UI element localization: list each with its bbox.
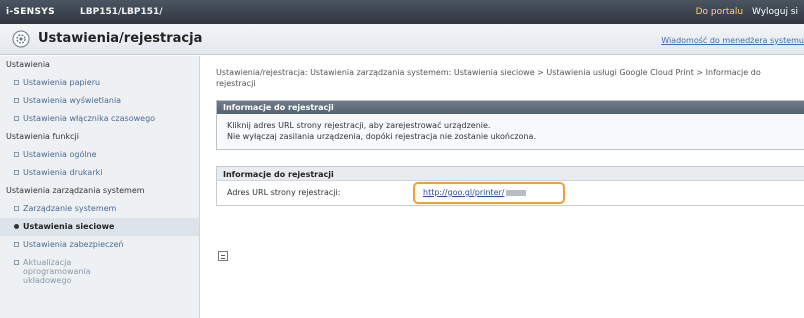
model-name: LBP151/LBP151/ [80,7,163,17]
breadcrumb: Ustawienia/rejestracja: Ustawienia zarzą… [216,68,761,88]
title-bar: Ustawienia/rejestracja Wiadomość do mene… [0,24,804,55]
bullet-icon [14,260,19,265]
bullet-icon [14,98,19,103]
bullet-icon [14,170,19,175]
info-panel: Informacje do rejestracji Kliknij adres … [216,100,804,150]
portal-link[interactable]: Do portalu [696,7,743,17]
url-label: Adres URL strony rejestracji: [227,188,341,197]
top-bar: i-SENSYS LBP151/LBP151/ Do portalu Wylog… [0,0,804,24]
sidebar-item-system-management[interactable]: Zarządzanie systemem [0,200,199,218]
registration-panel-header: Informacje do rejestracji [217,167,804,181]
sidebar-item-general[interactable]: Ustawienia ogólne [0,146,199,164]
main-content: Ustawienia/rejestracja: Ustawienia zarzą… [208,56,804,318]
print-page-icon[interactable] [218,251,228,261]
bullet-icon [14,152,19,157]
sidebar-group-settings[interactable]: Ustawienia [0,56,199,74]
bullet-icon [14,80,19,85]
registration-url-link[interactable]: http://goo.gl/printer/ [423,188,527,197]
sidebar-item-display[interactable]: Ustawienia wyświetlania [0,92,199,110]
info-panel-body: Kliknij adres URL strony rejestracji, ab… [217,114,804,142]
message-to-admin-link[interactable]: Wiadomość do menedżera systemu [661,36,804,45]
sidebar-item-firmware[interactable]: Aktualizacja oprogramowania układowego [0,254,199,285]
bullet-icon [14,116,19,121]
sidebar: Ustawienia Ustawienia papieru Ustawienia… [0,56,200,318]
registration-panel: Informacje do rejestracji Adres URL stro… [216,166,804,206]
brand-logo: i-SENSYS [6,7,55,17]
bullet-icon [14,206,19,211]
info-panel-header: Informacje do rejestracji [217,101,804,114]
sidebar-item-paper[interactable]: Ustawienia papieru [0,74,199,92]
sidebar-group-system-management[interactable]: Ustawienia zarządzania systemem [0,182,199,200]
sidebar-item-timer[interactable]: Ustawienia włącznika czasowego [0,110,199,128]
info-line-2: Nie wyłączaj zasilania urządzenia, dopók… [227,132,536,141]
sidebar-item-network[interactable]: Ustawienia sieciowe [0,218,199,236]
top-links: Do portalu Wyloguj si [696,7,804,17]
logout-link[interactable]: Wyloguj si [752,7,798,17]
info-line-1: Kliknij adres URL strony rejestracji, ab… [227,121,491,130]
sidebar-item-security[interactable]: Ustawienia zabezpieczeń [0,236,199,254]
page-title: Ustawienia/rejestracja [38,31,203,46]
redacted-id [506,190,527,196]
url-highlight-box: http://goo.gl/printer/ [413,182,565,204]
settings-gear-icon [12,30,30,48]
bullet-icon [14,242,19,247]
sidebar-item-printer[interactable]: Ustawienia drukarki [0,164,199,182]
bullet-active-icon [14,224,19,229]
sidebar-group-functions[interactable]: Ustawienia funkcji [0,128,199,146]
